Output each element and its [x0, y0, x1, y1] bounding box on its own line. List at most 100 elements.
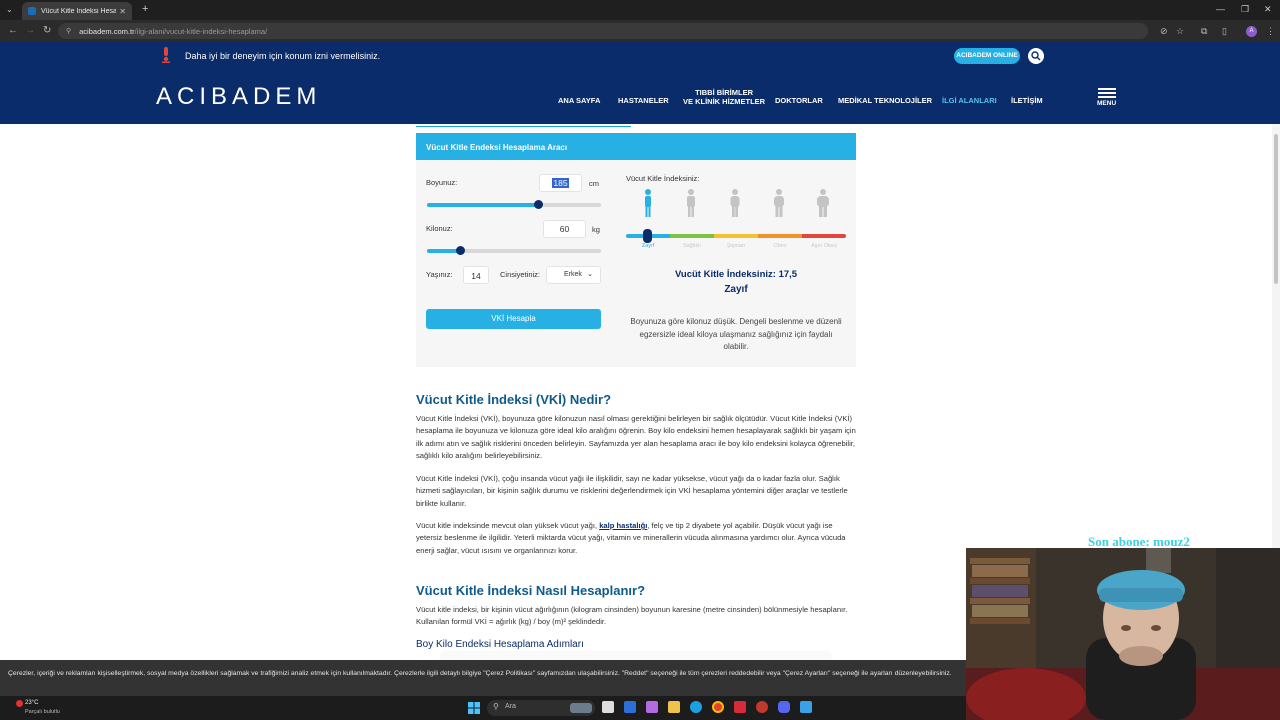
- task-view-icon[interactable]: [602, 701, 614, 713]
- sidebar-icon[interactable]: ▯: [1222, 26, 1227, 37]
- height-unit: cm: [589, 179, 599, 188]
- acibadem-logo[interactable]: ACIBADEM: [156, 83, 321, 111]
- age-label: Yaşınız:: [426, 270, 453, 279]
- nav-hastaneler[interactable]: HASTANELER: [618, 96, 669, 105]
- bmi-result-value: Vucüt Kitle İndeksiniz: 17,5: [674, 269, 798, 280]
- tab-close-icon[interactable]: ✕: [119, 7, 126, 16]
- minimize-icon[interactable]: —: [1216, 4, 1225, 14]
- address-bar[interactable]: ⚲ acibadem.com.tr/ilgi-alani/vucut-kitle…: [58, 23, 1148, 39]
- gender-label: Cinsiyetiniz:: [500, 270, 541, 279]
- menu-label[interactable]: MENU: [1097, 100, 1116, 107]
- weight-unit: kg: [592, 225, 600, 234]
- acibadem-online-button[interactable]: ACIBADEM ONLINE: [954, 48, 1020, 64]
- search-icon: ⚲: [493, 702, 499, 711]
- height-input[interactable]: 185: [539, 174, 582, 192]
- app-red-icon[interactable]: [734, 701, 746, 713]
- hamburger-menu-icon[interactable]: [1098, 88, 1116, 100]
- article-subheading-steps: Boy Kilo Endeksi Hesaplama Adımları: [416, 639, 858, 650]
- bookmark-star-icon[interactable]: ☆: [1176, 26, 1184, 37]
- bmi-segment-overweight: [714, 234, 758, 238]
- nav-tibbi-birimler-line2: VE KLİNİK HİZMETLER: [683, 97, 766, 106]
- scrollbar-thumb[interactable]: [1274, 134, 1278, 284]
- back-icon[interactable]: ←: [8, 25, 18, 36]
- height-slider[interactable]: [427, 200, 601, 209]
- paragraph-text: Vücut Kitle İndeksi (VKİ), boyunuza göre…: [416, 414, 856, 461]
- age-input[interactable]: 14: [463, 266, 489, 284]
- webcam-overlay: [966, 548, 1280, 720]
- weight-slider[interactable]: [427, 246, 601, 255]
- search-icon: [1031, 51, 1041, 61]
- nav-doktorlar[interactable]: DOKTORLAR: [775, 96, 823, 105]
- weight-slider-handle[interactable]: [456, 246, 465, 255]
- article-heading-what-is-bmi: Vücut Kitle İndeksi (VKİ) Nedir?: [416, 392, 858, 407]
- article-paragraph-2: Vücut Kitle İndeksi (VKİ), çoğu insanda …: [416, 473, 858, 510]
- url-domain: acibadem.com.tr: [79, 26, 135, 36]
- article-h2: Vücut Kitle İndeksi (VKİ) Nedir?: [416, 392, 612, 407]
- widgets-icon[interactable]: [624, 701, 636, 713]
- nav-tibbi-birimler-line1: TIBBİ BİRİMLER: [695, 88, 753, 97]
- weight-label: Kilonuz:: [426, 224, 453, 233]
- chrome-browser-icon[interactable]: [712, 701, 724, 713]
- nav-ana-sayfa[interactable]: ANA SAYFA: [558, 96, 600, 105]
- article-h3: Boy Kilo Endeksi Hesaplama Adımları: [416, 639, 584, 650]
- weight-input[interactable]: 60: [543, 220, 586, 238]
- chevron-down-icon: ⌄: [587, 271, 593, 278]
- category-label-severely-obese: Aşırı Obez: [811, 243, 837, 249]
- cookie-banner-text: Çerezler, içeriği ve reklamları kişisell…: [8, 670, 952, 677]
- location-notice[interactable]: Daha iyi bir deneyim için konum izni ver…: [185, 51, 380, 61]
- article-paragraph-4: Vücut kitle indeksi, bir kişinin vücut a…: [416, 604, 858, 629]
- paragraph-text-part: Vücut kitle indeksinde mevcut olan yükse…: [416, 521, 600, 530]
- nav-tibbi-birimler[interactable]: TIBBİ BİRİMLER VE KLİNİK HİZMETLER: [683, 88, 765, 106]
- category-label-underweight: Zayıf: [641, 243, 655, 249]
- bmi-segment-healthy: [670, 234, 714, 238]
- tracking-off-icon[interactable]: ⊘: [1160, 26, 1168, 37]
- file-explorer-icon[interactable]: [668, 701, 680, 713]
- body-figure-severely-obese-icon: [817, 189, 829, 217]
- webcam-feed-image: [966, 548, 1280, 720]
- app-blue-icon[interactable]: [800, 701, 812, 713]
- site-search-button[interactable]: [1028, 48, 1044, 64]
- article-heading-how-calculated: Vücut Kitle İndeksi Nasıl Hesaplanır?: [416, 583, 858, 598]
- calculator-title: Vücut Kitle Endeksi Hesaplama Aracı: [416, 133, 856, 160]
- extensions-icon[interactable]: ⧉: [1201, 26, 1207, 37]
- nav-iletisim[interactable]: İLETİŞİM: [1011, 96, 1043, 105]
- paragraph-text: Vücut kitle indeksinde mevcut olan yükse…: [416, 520, 858, 557]
- height-label: Boyunuz:: [426, 178, 458, 187]
- gender-select[interactable]: Erkek ⌄: [546, 266, 601, 284]
- site-favicon-icon: [28, 7, 36, 15]
- weight-value: 60: [559, 224, 570, 234]
- body-figure-obese-icon: [774, 189, 784, 217]
- heart-disease-link[interactable]: kalp hastalığı: [599, 521, 647, 530]
- app-game-icon[interactable]: [756, 701, 768, 713]
- height-value: 185: [552, 178, 569, 188]
- windows-start-icon[interactable]: [468, 702, 480, 714]
- calculate-bmi-button[interactable]: VKİ Hesapla: [426, 309, 601, 329]
- forward-icon[interactable]: →: [25, 25, 35, 36]
- article-paragraph-1: Vücut Kitle İndeksi (VKİ), boyunuza göre…: [416, 413, 858, 463]
- section-divider: [416, 126, 631, 127]
- browser-tab[interactable]: Vücut Kitle İndeksi Hesaplama ✕: [22, 2, 132, 20]
- new-tab-button[interactable]: +: [142, 3, 148, 15]
- reload-icon[interactable]: ↻: [43, 25, 51, 36]
- article-paragraph-3: Vücut kitle indeksinde mevcut olan yükse…: [416, 520, 858, 557]
- maximize-icon[interactable]: ❐: [1241, 4, 1249, 15]
- edge-browser-icon[interactable]: [690, 701, 702, 713]
- weather-temperature[interactable]: 23°C: [25, 700, 38, 706]
- nav-ilgi-alanlari[interactable]: İLGİ ALANLARI: [942, 96, 997, 105]
- tab-search-chevron-icon[interactable]: ⌄: [6, 5, 13, 14]
- site-info-icon[interactable]: ⚲: [66, 27, 71, 35]
- weather-description[interactable]: Parçalı bulutlu: [25, 709, 60, 715]
- discord-icon[interactable]: [778, 701, 790, 713]
- category-label-overweight: Şişman: [726, 243, 746, 249]
- location-pin-icon: [162, 47, 170, 63]
- paragraph-text: Vücut kitle indeksi, bir kişinin vücut a…: [416, 605, 848, 627]
- browser-menu-icon[interactable]: ⋮: [1266, 26, 1275, 37]
- tab-title: Vücut Kitle İndeksi Hesaplama: [41, 7, 117, 15]
- window-close-icon[interactable]: ✕: [1264, 4, 1272, 15]
- nav-medikal-teknolojiler[interactable]: MEDİKAL TEKNOLOJİLER: [838, 96, 932, 105]
- profile-avatar[interactable]: A: [1246, 26, 1257, 37]
- search-highlight-icon[interactable]: [570, 703, 592, 713]
- height-slider-handle[interactable]: [534, 200, 543, 209]
- bmi-index-label: Vücut Kitle İndeksiniz:: [626, 174, 700, 183]
- copilot-icon[interactable]: [646, 701, 658, 713]
